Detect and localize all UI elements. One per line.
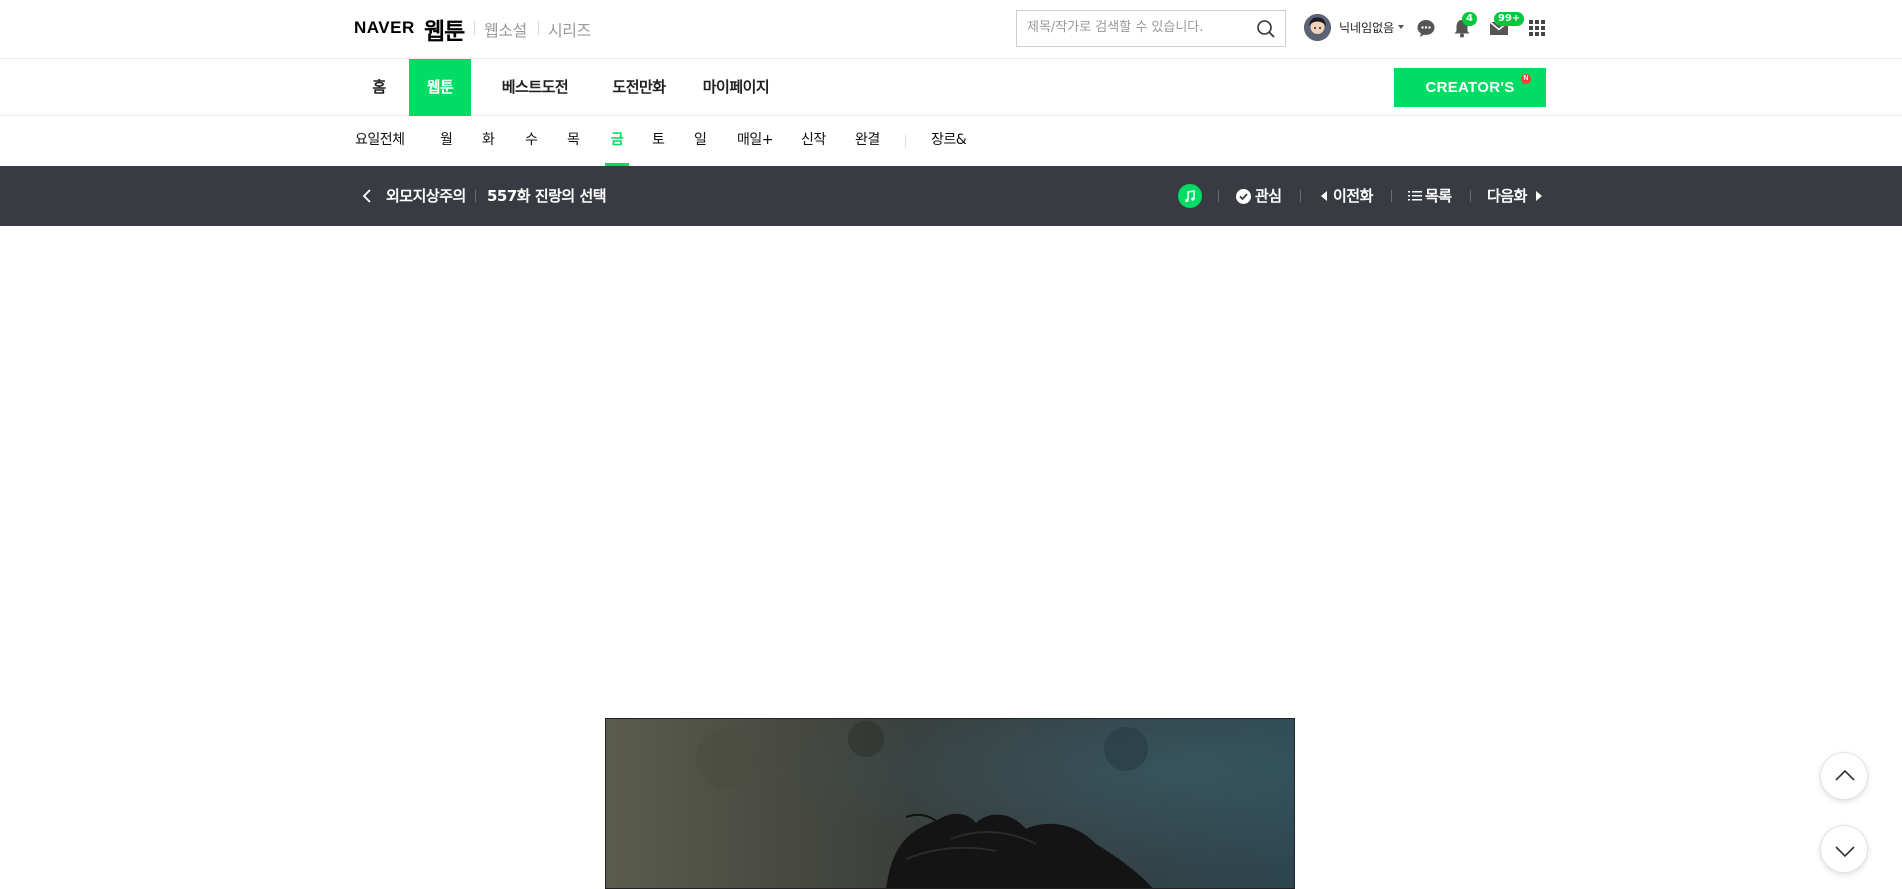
- gnb-item-home[interactable]: 홈: [350, 59, 408, 116]
- chevron-down-icon: [1835, 846, 1855, 858]
- list-icon[interactable]: [1408, 190, 1422, 202]
- divider: [905, 135, 906, 148]
- next-arrow-icon[interactable]: [1535, 190, 1543, 202]
- day-tab-sat[interactable]: 토: [652, 116, 665, 166]
- search-icon[interactable]: [1256, 19, 1276, 39]
- main-navigation: 홈 웹툰 베스트도전 도전만화 마이페이지 CREATOR'S N: [0, 59, 1902, 116]
- avatar[interactable]: [1304, 14, 1331, 41]
- gnb-item-webtoon[interactable]: 웹툰: [409, 59, 471, 116]
- divider: [1300, 190, 1301, 202]
- nickname[interactable]: 닉네임없음: [1339, 19, 1394, 36]
- day-tab-mon[interactable]: 월: [440, 116, 453, 166]
- caret-down-icon[interactable]: [1398, 25, 1404, 29]
- gnb-item-challenge[interactable]: 도전만화: [595, 59, 683, 116]
- day-navigation: 요일전체 월 화 수 목 금 토 일 매일+ 신작 완결 장르&: [0, 116, 1902, 166]
- episode-title: 557화 진랑의 선택: [487, 187, 607, 205]
- day-tab-wed[interactable]: 수: [525, 116, 538, 166]
- comic-panel-image: [605, 718, 1295, 889]
- check-icon[interactable]: [1236, 189, 1251, 204]
- day-tab-sun[interactable]: 일: [694, 116, 707, 166]
- search-input[interactable]: [1027, 20, 1242, 35]
- scroll-bottom-button[interactable]: [1820, 825, 1868, 873]
- back-chevron-icon[interactable]: [362, 188, 372, 204]
- day-tab-thu[interactable]: 목: [567, 116, 580, 166]
- divider: [1391, 190, 1392, 202]
- divider: [475, 190, 476, 202]
- day-tab-all[interactable]: 요일전체: [355, 116, 405, 166]
- series-title[interactable]: 외모지상주의: [386, 166, 466, 226]
- divider: [1470, 190, 1471, 202]
- day-tab-new[interactable]: 신작: [801, 116, 826, 166]
- apps-grid-icon[interactable]: [1526, 17, 1548, 39]
- chat-icon[interactable]: [1415, 17, 1437, 39]
- prev-episode-button[interactable]: 이전화: [1333, 166, 1373, 226]
- divider: [1218, 190, 1219, 202]
- favorite-button[interactable]: 관심: [1255, 166, 1282, 226]
- day-tab-fri[interactable]: 금: [605, 116, 629, 166]
- search-box: [1016, 10, 1286, 47]
- divider: [538, 21, 539, 35]
- new-badge: N: [1521, 74, 1531, 84]
- viewer-bar: 외모지상주의 557화 진랑의 선택 관심 이전화 목록 다음화: [0, 166, 1902, 226]
- day-tab-genre[interactable]: 장르&: [931, 116, 967, 166]
- day-tab-completed[interactable]: 완결: [855, 116, 880, 166]
- notification-badge: 4: [1462, 12, 1477, 26]
- next-episode-button[interactable]: 다음화: [1487, 166, 1527, 226]
- day-tab-daily-plus[interactable]: 매일+: [737, 116, 774, 166]
- bgm-button[interactable]: [1178, 184, 1202, 208]
- creators-button[interactable]: CREATOR'S N: [1394, 68, 1546, 107]
- webtoon-logo[interactable]: 웹툰: [424, 12, 465, 46]
- top-bar: NAVER 웹툰 웹소설 시리즈 닉네임없음: [0, 0, 1902, 59]
- episode-list-button[interactable]: 목록: [1425, 166, 1452, 226]
- day-tab-tue[interactable]: 화: [482, 116, 495, 166]
- divider: [474, 21, 475, 35]
- service-link-series[interactable]: 시리즈: [548, 17, 591, 41]
- chevron-up-icon: [1835, 769, 1855, 781]
- naver-logo[interactable]: NAVER: [354, 18, 415, 38]
- gnb-item-mypage[interactable]: 마이페이지: [693, 59, 779, 116]
- gnb-item-best-challenge[interactable]: 베스트도전: [484, 59, 586, 116]
- prev-arrow-icon[interactable]: [1320, 190, 1328, 202]
- creators-label: CREATOR'S: [1425, 79, 1515, 96]
- music-note-icon: [1185, 190, 1195, 203]
- comic-viewer: [0, 226, 1902, 889]
- mail-badge: 99+: [1494, 12, 1525, 26]
- service-link-webnovel[interactable]: 웹소설: [484, 17, 527, 41]
- scroll-top-button[interactable]: [1820, 752, 1868, 800]
